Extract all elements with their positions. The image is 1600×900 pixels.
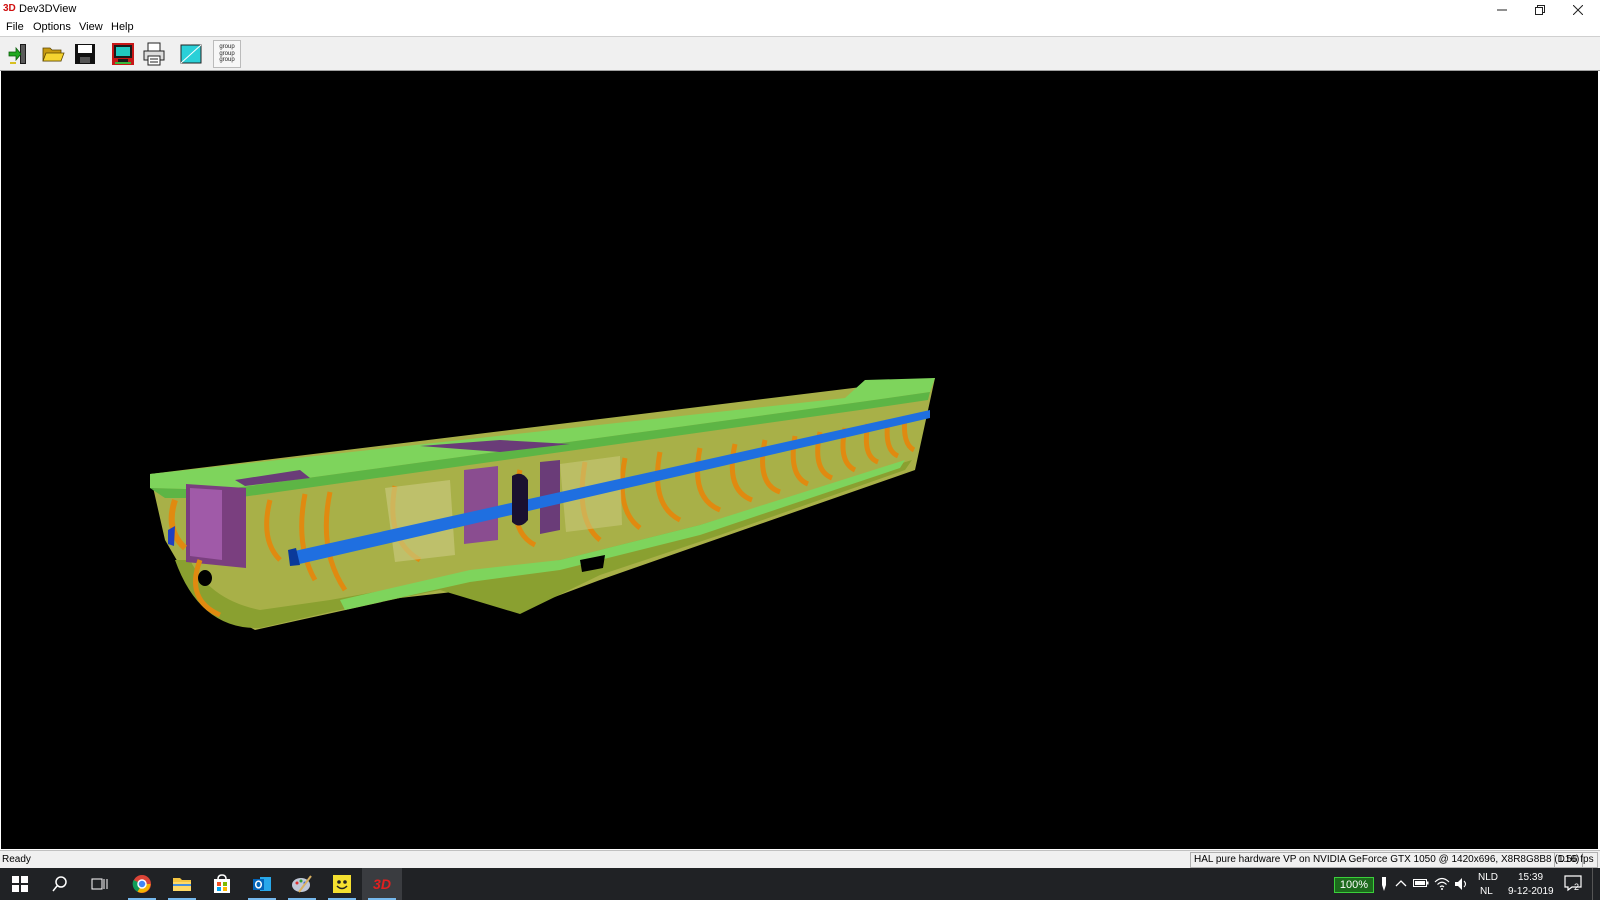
restore-icon bbox=[1535, 4, 1545, 15]
3d-viewport[interactable] bbox=[1, 71, 1598, 849]
restore-button[interactable] bbox=[1520, 0, 1560, 19]
menu-file[interactable]: File bbox=[6, 21, 24, 33]
status-bar: Ready HAL pure hardware VP on NVIDIA GeF… bbox=[0, 850, 1600, 869]
menu-view[interactable]: View bbox=[79, 21, 103, 33]
menu-bar: File Options View Help bbox=[0, 19, 1600, 37]
print-button[interactable] bbox=[140, 40, 168, 68]
save-disk-icon bbox=[75, 44, 95, 64]
battery-indicator[interactable]: 100% bbox=[1334, 877, 1374, 893]
tray-overflow-button[interactable] bbox=[1395, 878, 1407, 891]
task-view-icon bbox=[91, 878, 108, 890]
smiley-app-icon bbox=[333, 875, 351, 893]
print-icon bbox=[143, 42, 165, 66]
taskbar-smiley-app[interactable] bbox=[322, 868, 362, 900]
minimize-icon bbox=[1497, 9, 1507, 10]
taskbar-store[interactable] bbox=[202, 868, 242, 900]
taskbar: 3D 100% NLD NL 15:39 9-12-2019 2 bbox=[0, 868, 1600, 900]
viewport-color-button[interactable] bbox=[177, 40, 205, 68]
keyboard-layout: NL bbox=[1480, 886, 1493, 897]
app-icon: 3D bbox=[3, 3, 16, 14]
chevron-up-icon bbox=[1395, 880, 1407, 887]
search-icon bbox=[52, 876, 67, 892]
exit-icon bbox=[8, 44, 26, 64]
group-button[interactable]: group group group bbox=[213, 40, 241, 68]
search-button[interactable] bbox=[40, 868, 80, 900]
show-desktop-divider[interactable] bbox=[1592, 868, 1593, 900]
menu-options[interactable]: Options bbox=[33, 21, 71, 33]
window-title: Dev3DView bbox=[19, 3, 77, 15]
menu-help[interactable]: Help bbox=[111, 21, 134, 33]
store-icon bbox=[214, 874, 230, 893]
exit-button[interactable] bbox=[5, 40, 33, 68]
volume-tray-button[interactable] bbox=[1454, 877, 1470, 894]
dev3dview-icon: 3D bbox=[373, 876, 391, 892]
clock-time: 15:39 bbox=[1518, 872, 1544, 883]
close-icon bbox=[1573, 4, 1583, 15]
taskbar-outlook[interactable] bbox=[242, 868, 282, 900]
group-line-1: group bbox=[219, 44, 235, 51]
pen-tray-button[interactable] bbox=[1378, 876, 1390, 895]
status-renderer-info: HAL pure hardware VP on NVIDIA GeForce G… bbox=[1190, 852, 1584, 868]
taskbar-dev3dview[interactable]: 3D bbox=[362, 868, 402, 900]
taskbar-paint[interactable] bbox=[282, 868, 322, 900]
clock[interactable]: 15:39 9-12-2019 bbox=[1506, 870, 1562, 898]
ship-hull-model bbox=[150, 378, 935, 630]
language-indicator[interactable]: NLD NL bbox=[1476, 870, 1506, 898]
battery-tray-button[interactable] bbox=[1413, 878, 1429, 891]
render-button[interactable] bbox=[109, 40, 137, 68]
wifi-tray-button[interactable] bbox=[1434, 876, 1450, 893]
minimize-button[interactable] bbox=[1482, 0, 1522, 19]
group-list-icon: group group group bbox=[219, 44, 234, 64]
chrome-icon bbox=[132, 875, 151, 893]
status-fps: 1.56 fps bbox=[1554, 852, 1598, 868]
close-button[interactable] bbox=[1558, 0, 1598, 19]
taskbar-chrome[interactable] bbox=[122, 868, 162, 900]
viewport-color-icon bbox=[180, 44, 202, 64]
pen-icon bbox=[1382, 877, 1386, 891]
notification-count: 2 bbox=[1574, 882, 1580, 892]
toolbar: group group group bbox=[0, 37, 1600, 71]
render-monitor-icon bbox=[112, 43, 134, 65]
group-line-3: group bbox=[219, 57, 235, 64]
taskbar-file-explorer[interactable] bbox=[162, 868, 202, 900]
title-bar: 3D Dev3DView bbox=[0, 0, 1600, 19]
save-button[interactable] bbox=[71, 40, 99, 68]
battery-icon bbox=[1413, 879, 1429, 887]
language-code: NLD bbox=[1478, 872, 1499, 883]
start-button[interactable] bbox=[0, 868, 40, 900]
open-button[interactable] bbox=[39, 40, 67, 68]
notification-center-button[interactable]: 2 bbox=[1564, 874, 1586, 894]
outlook-icon bbox=[253, 877, 271, 891]
wifi-icon bbox=[1434, 877, 1450, 890]
open-folder-icon bbox=[42, 47, 65, 62]
file-explorer-icon bbox=[173, 878, 191, 891]
clock-date: 9-12-2019 bbox=[1508, 886, 1554, 897]
task-view-button[interactable] bbox=[80, 868, 120, 900]
volume-icon bbox=[1455, 878, 1467, 890]
paint-icon bbox=[292, 875, 312, 893]
start-icon bbox=[12, 876, 28, 892]
status-ready-text: Ready bbox=[2, 854, 31, 865]
